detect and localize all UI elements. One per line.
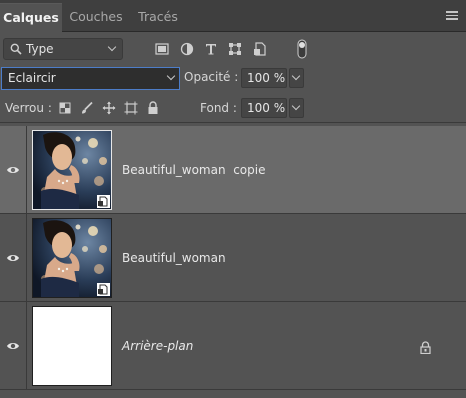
chevron-down-icon — [107, 42, 117, 52]
opacity-slider-button[interactable] — [289, 68, 304, 88]
layer-thumbnail[interactable] — [32, 130, 112, 210]
panel-tab-bar: Calques Couches Tracés — [0, 0, 466, 32]
search-icon — [10, 43, 22, 55]
panel-menu-icon[interactable] — [446, 11, 458, 20]
lock-all-icon[interactable] — [146, 101, 160, 115]
layer-name[interactable]: Arrière-plan — [122, 339, 193, 353]
filter-toggle-icon[interactable] — [297, 39, 307, 59]
layer-row-beautiful-woman[interactable]: Beautiful_woman — [0, 214, 466, 302]
type-filter-icon[interactable] — [204, 42, 218, 56]
opacity-value: 100 % — [247, 71, 286, 85]
lock-label: Verrou : — [5, 101, 52, 115]
visibility-column[interactable] — [0, 214, 27, 302]
blend-mode-value: Eclaircir — [8, 71, 56, 85]
eye-icon[interactable] — [6, 341, 20, 351]
image-filter-icon[interactable] — [155, 42, 169, 56]
layer-thumbnail[interactable] — [32, 218, 112, 298]
shape-filter-icon[interactable] — [228, 42, 242, 56]
layer-row-beautiful-woman-copy[interactable]: Beautiful_woman copie — [0, 126, 466, 214]
tab-layers[interactable]: Calques — [0, 3, 62, 32]
chevron-down-icon — [291, 71, 301, 81]
lock-icon[interactable] — [420, 341, 431, 354]
fill-label: Fond : — [200, 101, 237, 115]
layer-name[interactable]: Beautiful_woman — [122, 251, 226, 265]
layer-filter-bar: Type — [0, 33, 466, 65]
chevron-down-icon — [291, 101, 301, 111]
layer-thumbnail[interactable] — [32, 306, 112, 386]
tab-channels[interactable]: Couches — [62, 3, 130, 32]
fill-value: 100 % — [247, 101, 286, 115]
smart-object-badge-icon — [97, 283, 110, 296]
chevron-down-icon — [166, 71, 176, 81]
blend-options-bar: Eclaircir Opacité : 100 % — [0, 65, 466, 93]
visibility-column[interactable] — [0, 126, 27, 214]
blend-mode-select[interactable]: Eclaircir — [1, 67, 180, 90]
eye-icon[interactable] — [6, 253, 20, 263]
opacity-field[interactable]: 100 % — [241, 68, 287, 88]
layers-list: Beautiful_woman copie Beautiful_woman Ar… — [0, 126, 466, 398]
smart-object-badge-icon — [97, 195, 110, 208]
visibility-column[interactable] — [0, 302, 27, 390]
fill-field[interactable]: 100 % — [241, 98, 287, 118]
fill-slider-button[interactable] — [289, 98, 304, 118]
tab-paths[interactable]: Tracés — [130, 3, 186, 32]
lock-image-pixels-icon[interactable] — [80, 101, 94, 115]
layer-name[interactable]: Beautiful_woman copie — [122, 163, 265, 177]
lock-transparent-pixels-icon[interactable] — [58, 101, 72, 115]
filter-kind-label: Type — [26, 42, 54, 56]
opacity-label: Opacité : — [184, 70, 239, 84]
lock-artboard-icon[interactable] — [124, 101, 138, 115]
filter-kind-select[interactable]: Type — [3, 38, 123, 60]
layer-row-background[interactable]: Arrière-plan — [0, 302, 466, 390]
eye-icon[interactable] — [6, 165, 20, 175]
lock-options-bar: Verrou : Fond : 100 % — [0, 93, 466, 123]
smart-object-filter-icon[interactable] — [253, 42, 267, 56]
adjustment-filter-icon[interactable] — [180, 42, 194, 56]
lock-position-icon[interactable] — [102, 101, 116, 115]
